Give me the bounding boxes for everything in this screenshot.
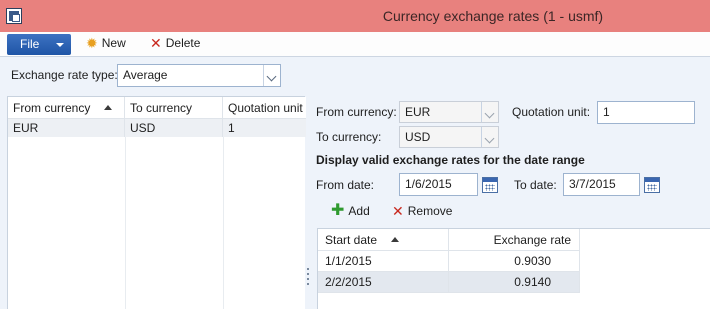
quotation-unit-label: Quotation unit: bbox=[512, 105, 591, 119]
chevron-down-icon bbox=[56, 43, 64, 47]
splitter-grip bbox=[307, 278, 309, 280]
remove-button-label: Remove bbox=[407, 204, 453, 218]
column-header-exchange-rate[interactable]: Exchange rate bbox=[449, 229, 580, 251]
cell-start-date: 2/2/2015 bbox=[318, 272, 449, 293]
new-sun-icon: ✹ bbox=[86, 35, 98, 51]
filter-bar: Exchange rate type: bbox=[0, 58, 710, 92]
cell-from-currency: EUR bbox=[8, 119, 125, 137]
table-row[interactable]: EUR USD 1 bbox=[8, 119, 306, 137]
table-row[interactable]: 2/2/2015 0.9140 bbox=[318, 272, 580, 293]
new-button[interactable]: ✹ New bbox=[86, 36, 126, 50]
sort-ascending-icon bbox=[104, 105, 113, 110]
from-date-label: From date: bbox=[316, 178, 375, 192]
exchange-rate-type-label: Exchange rate type: bbox=[11, 68, 118, 82]
exchange-rate-type-value: Average bbox=[123, 68, 168, 82]
splitter-grip bbox=[307, 283, 309, 285]
table-row[interactable]: 1/1/2015 0.9030 bbox=[318, 251, 710, 272]
sort-ascending-icon bbox=[391, 237, 400, 242]
column-header-from-currency[interactable]: From currency bbox=[8, 97, 125, 119]
splitter-grip bbox=[307, 273, 309, 275]
chevron-down-icon[interactable] bbox=[263, 65, 280, 86]
exchange-rates-grid: Start date Exchange rate 1/1/2015 0.9030… bbox=[317, 228, 710, 309]
remove-icon: ✕ bbox=[392, 203, 404, 219]
column-divider bbox=[223, 137, 224, 309]
cell-start-date: 1/1/2015 bbox=[318, 251, 449, 272]
add-button-label: Add bbox=[348, 204, 370, 218]
window-title: Currency exchange rates (1 - usmf) bbox=[382, 8, 604, 24]
from-date-field[interactable]: 1/6/2015 bbox=[399, 173, 478, 196]
title-bar: Currency exchange rates (1 - usmf) bbox=[0, 0, 710, 32]
column-header-start-date[interactable]: Start date bbox=[318, 229, 449, 251]
rates-toolbar: ✚ Add ✕ Remove bbox=[317, 199, 710, 224]
cell-exchange-rate: 0.9140 bbox=[449, 272, 580, 293]
chevron-down-icon bbox=[481, 102, 498, 122]
delete-icon: ✕ bbox=[150, 35, 162, 51]
from-date-calendar-icon[interactable] bbox=[482, 177, 498, 193]
to-date-calendar-icon[interactable] bbox=[644, 177, 660, 193]
splitter-grip bbox=[307, 268, 309, 270]
file-menu-button[interactable]: File bbox=[7, 34, 71, 55]
to-currency-select[interactable]: USD bbox=[399, 126, 499, 148]
currency-pair-grid: From currency To currency Quotation unit… bbox=[7, 96, 306, 309]
date-range-heading: Display valid exchange rates for the dat… bbox=[316, 153, 585, 167]
cell-to-currency: USD bbox=[125, 119, 223, 137]
new-button-label: New bbox=[101, 36, 126, 50]
delete-button-label: Delete bbox=[165, 36, 201, 50]
exchange-rate-type-select[interactable]: Average bbox=[117, 64, 281, 87]
column-header-to-currency[interactable]: To currency bbox=[125, 97, 223, 119]
cell-exchange-rate: 0.9030 bbox=[449, 251, 580, 272]
from-currency-label: From currency: bbox=[316, 105, 397, 119]
to-date-label: To date: bbox=[514, 178, 557, 192]
chevron-down-icon bbox=[481, 127, 498, 147]
add-rate-button[interactable]: ✚ Add bbox=[331, 202, 370, 219]
action-toolbar: File ✹ New ✕ Delete bbox=[0, 32, 710, 57]
cell-quotation-unit: 1 bbox=[228, 121, 235, 135]
from-currency-select[interactable]: EUR bbox=[399, 101, 499, 123]
column-divider bbox=[125, 137, 126, 309]
column-header-quotation-unit[interactable]: Quotation unit bbox=[223, 97, 306, 119]
quotation-unit-field[interactable]: 1 bbox=[597, 101, 695, 124]
to-date-field[interactable]: 3/7/2015 bbox=[563, 173, 640, 196]
to-currency-label: To currency: bbox=[316, 130, 382, 144]
remove-rate-button[interactable]: ✕ Remove bbox=[392, 204, 452, 218]
file-menu-label: File bbox=[20, 37, 40, 51]
add-icon: ✚ bbox=[331, 202, 345, 219]
delete-button[interactable]: ✕ Delete bbox=[150, 36, 200, 50]
